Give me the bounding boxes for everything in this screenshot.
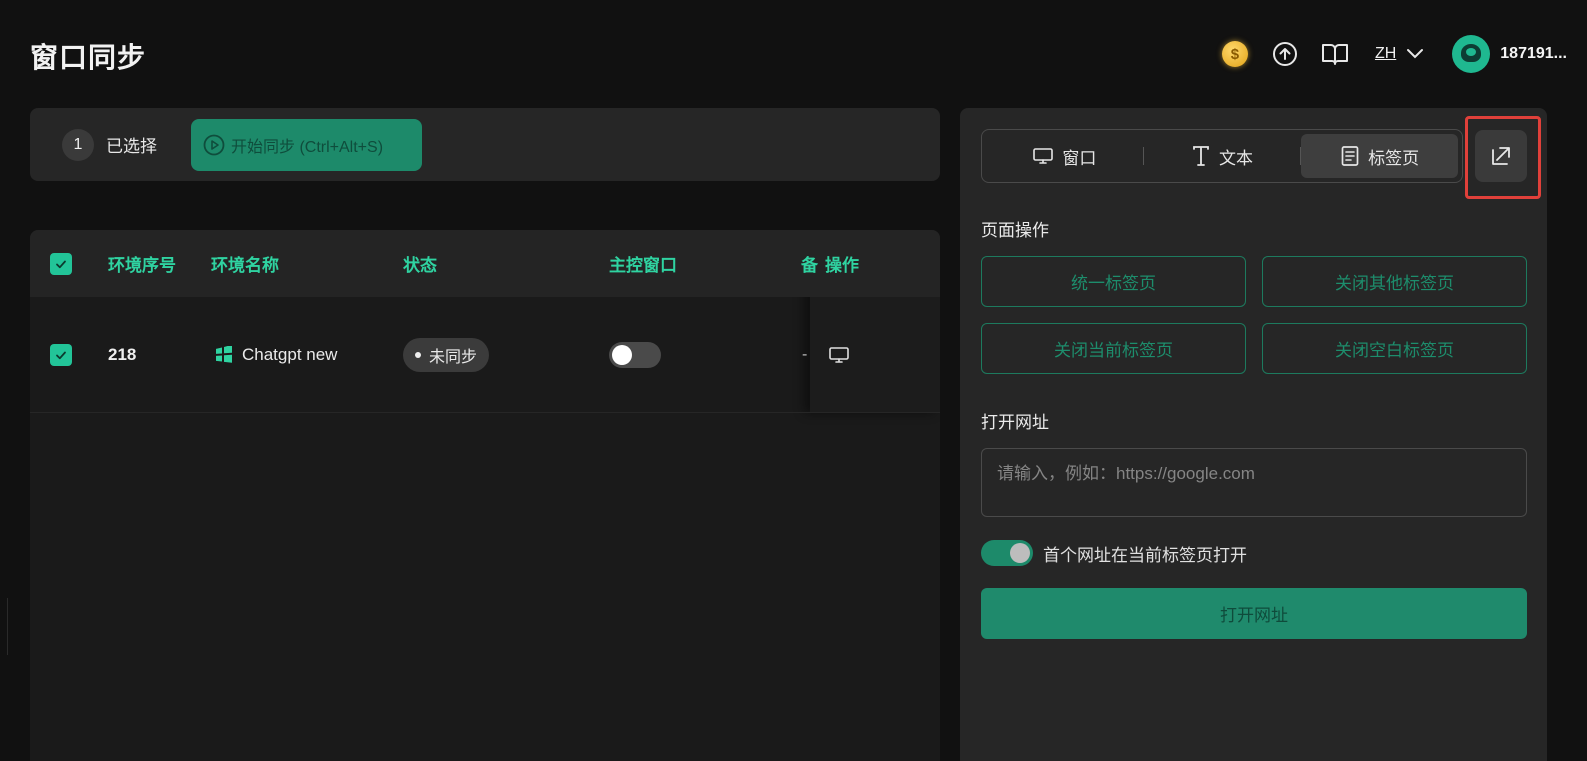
tab-tabs[interactable]: 标签页 — [1301, 134, 1459, 178]
environment-table: 环境序号 环境名称 状态 主控窗口 备 操作 218 Chatgpt new 未… — [30, 230, 940, 761]
popout-button[interactable] — [1475, 130, 1527, 182]
check-icon — [56, 260, 66, 268]
username: 187191... — [1500, 45, 1567, 62]
selected-label: 已选择 — [106, 137, 157, 156]
row-index: 218 — [108, 344, 137, 364]
selected-count-badge: 1 — [62, 128, 94, 161]
open-url-title: 打开网址 — [981, 413, 1049, 432]
sync-control-panel: 窗口 文本 标签页 页面操作 统一标签页 关闭其他标签页 关闭当前标签页 关闭空… — [960, 108, 1547, 761]
text-icon — [1193, 146, 1209, 166]
tab-text[interactable]: 文本 — [1144, 134, 1301, 178]
tab-tabs-label: 标签页 — [1368, 148, 1420, 168]
page-title: 窗口同步 — [30, 41, 147, 74]
monitor-icon — [1033, 148, 1054, 164]
upload-icon[interactable] — [1271, 40, 1299, 68]
row-status-cell: 未同步 — [403, 297, 490, 412]
close-blank-tabs-button[interactable]: 关闭空白标签页 — [1262, 323, 1527, 374]
language-selector[interactable]: ZH — [1375, 45, 1424, 63]
page-ops-title: 页面操作 — [981, 221, 1049, 240]
status-label: 未同步 — [429, 348, 478, 366]
close-current-tab-button[interactable]: 关闭当前标签页 — [981, 323, 1246, 374]
chevron-down-icon — [1407, 49, 1424, 59]
avatar — [1452, 35, 1491, 73]
status-dot — [415, 351, 421, 358]
header-status[interactable]: 状态 — [403, 230, 437, 297]
row-select-cell — [50, 297, 72, 412]
header-master-window[interactable]: 主控窗口 — [609, 230, 677, 297]
windows-icon — [216, 345, 232, 363]
row-master-cell — [609, 297, 661, 412]
first-url-toggle[interactable] — [981, 540, 1033, 566]
row-group-partial: - — [802, 345, 808, 363]
coin-icon[interactable]: $ — [1221, 40, 1249, 68]
document-icon — [1341, 146, 1359, 166]
close-other-tabs-button[interactable]: 关闭其他标签页 — [1262, 256, 1527, 307]
master-window-toggle[interactable] — [609, 341, 661, 368]
url-input[interactable] — [981, 448, 1527, 517]
row-checkbox[interactable] — [50, 343, 72, 366]
table-row[interactable]: 218 Chatgpt new 未同步 - — [30, 297, 940, 413]
select-all-checkbox[interactable] — [50, 252, 72, 275]
row-name-cell: Chatgpt new — [214, 297, 337, 412]
highlight-box — [1465, 116, 1541, 199]
panel-tabs: 窗口 文本 标签页 — [981, 129, 1463, 183]
table-header: 环境序号 环境名称 状态 主控窗口 备 操作 — [30, 230, 940, 297]
monitor-icon[interactable] — [828, 345, 850, 365]
start-sync-label: 开始同步 (Ctrl+Alt+S) — [231, 138, 384, 156]
select-all-cell — [50, 230, 72, 297]
top-toolbar: $ ZH 187191... — [1221, 34, 1567, 74]
selection-action-bar: 1 已选择 开始同步 (Ctrl+Alt+S) — [30, 108, 940, 181]
tab-text-label: 文本 — [1219, 148, 1253, 168]
header-name[interactable]: 环境名称 — [211, 230, 279, 297]
language-label: ZH — [1374, 45, 1397, 62]
header-group-partial: 备 — [801, 256, 818, 275]
row-name: Chatgpt new — [242, 344, 338, 364]
tab-window-label: 窗口 — [1062, 148, 1097, 168]
unify-tabs-button[interactable]: 统一标签页 — [981, 256, 1246, 307]
first-url-toggle-label: 首个网址在当前标签页打开 — [1043, 545, 1247, 565]
open-url-button[interactable]: 打开网址 — [981, 588, 1527, 639]
header-index[interactable]: 环境序号 — [108, 230, 176, 297]
row-actions-cell — [828, 297, 850, 412]
header-actions: 操作 — [825, 256, 859, 275]
tab-window[interactable]: 窗口 — [986, 134, 1143, 178]
status-badge: 未同步 — [403, 337, 490, 372]
user-menu[interactable]: 187191... — [1452, 35, 1567, 73]
book-icon[interactable] — [1321, 40, 1349, 68]
check-icon — [56, 351, 66, 359]
play-circle-icon — [203, 134, 225, 155]
left-edge-divider — [0, 598, 8, 655]
popout-arrow-icon — [1492, 147, 1510, 165]
start-sync-button[interactable]: 开始同步 (Ctrl+Alt+S) — [191, 118, 422, 171]
first-url-toggle-row: 首个网址在当前标签页打开 — [981, 540, 1247, 566]
